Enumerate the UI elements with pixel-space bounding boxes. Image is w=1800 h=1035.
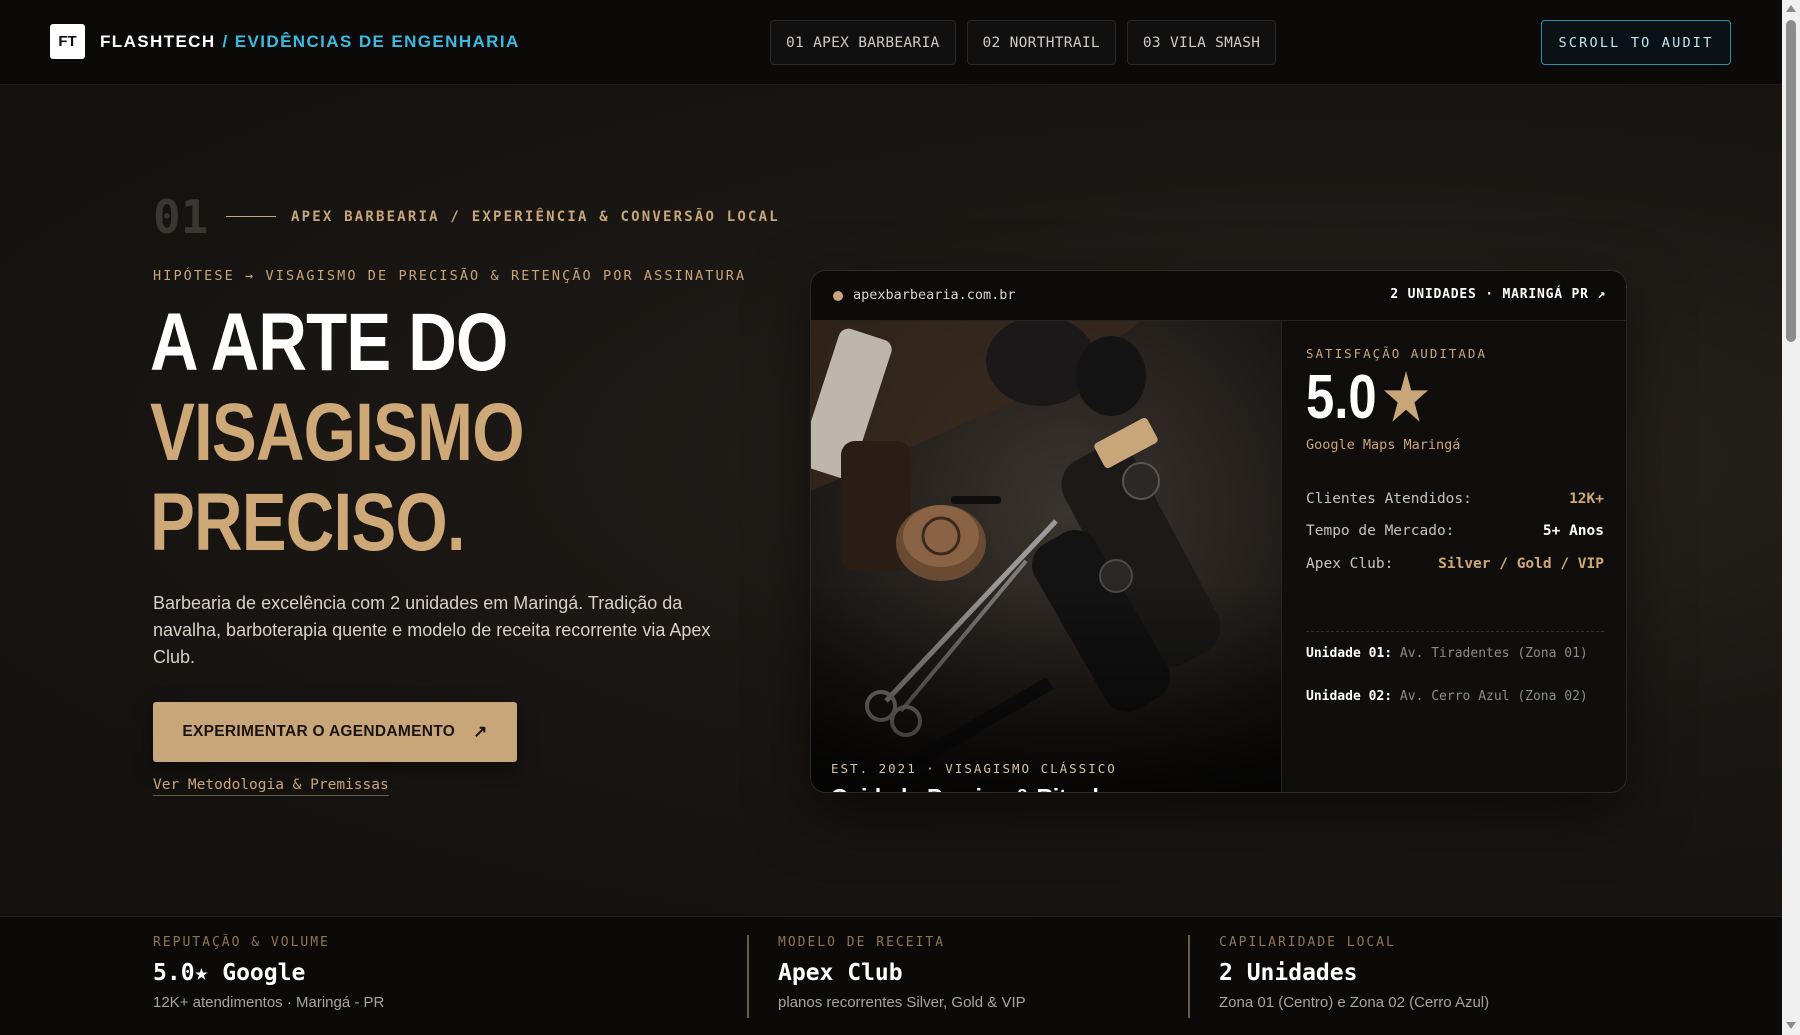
card-divider (1281, 321, 1282, 792)
proof-label: MODELO DE RECEITA (778, 935, 946, 950)
rating-value: 5.0 ★ (1306, 362, 1550, 433)
strip-divider (1188, 935, 1190, 1018)
headline-line-3: PRECISO. (150, 477, 466, 568)
hypothesis-label: HIPÓTESE → VISAGISMO DE PRECISÃO & RETEN… (153, 268, 747, 284)
page-scrollbar[interactable] (1782, 0, 1800, 1035)
photo-established: EST. 2021 · VISAGISMO CLÁSSICO (831, 761, 1117, 776)
section-label: APEX BARBEARIA / EXPERIÊNCIA & CONVERSÃO… (291, 209, 780, 225)
satisfaction-label: SATISFAÇÃO AUDITADA (1306, 346, 1487, 361)
scroll-to-audit-button[interactable]: SCROLL TO AUDIT (1541, 20, 1731, 65)
top-nav: FT FLASHTECH / EVIDÊNCIAS DE ENGENHARIA … (0, 0, 1782, 85)
barber-tools-illustration (811, 321, 1281, 792)
proof-reputation: REPUTAÇÃO & VOLUME 5.0★ Google 12K+ aten… (153, 935, 384, 1011)
site-domain[interactable]: apexbarbearia.com.br (853, 287, 1016, 303)
hero-lead: Barbearia de excelência com 2 unidades e… (153, 593, 711, 667)
proof-strip: REPUTAÇÃO & VOLUME 5.0★ Google 12K+ aten… (0, 916, 1782, 1035)
rating-number: 5.0 (1306, 362, 1377, 432)
proof-sub: planos recorrentes Silver, Gold & VIP (778, 994, 1026, 1011)
metric-row: Tempo de Mercado: 5+ Anos (1306, 523, 1604, 539)
stats-panel: SATISFAÇÃO AUDITADA 5.0 ★ Google Maps Ma… (1306, 346, 1604, 704)
proof-revenue-model: MODELO DE RECEITA Apex Club planos recor… (778, 935, 1026, 1011)
unit-address: Unidade 02: Av. Cerro Azul (Zona 02) (1306, 686, 1604, 707)
status-dot-icon (833, 291, 843, 301)
star-icon: ★ (1383, 363, 1429, 433)
units-badge-link[interactable]: 2 UNIDADES · MARINGÁ PR ↗ (1390, 287, 1606, 302)
booking-cta-button[interactable]: EXPERIMENTAR O AGENDAMENTO ↗ (153, 702, 517, 762)
brand-subtitle: / EVIDÊNCIAS DE ENGENHARIA (222, 31, 520, 51)
metric-key: Tempo de Mercado: (1306, 523, 1455, 539)
scroll-up-arrow-icon[interactable] (1786, 5, 1796, 12)
tab-northtrail[interactable]: 02 NORTHTRAIL (966, 20, 1116, 65)
brand-logo[interactable]: FT (50, 24, 85, 59)
section-number: 01 (153, 190, 209, 244)
proof-value: 5.0★ Google (153, 960, 306, 986)
metric-row: Apex Club: Silver / Gold / VIP (1306, 556, 1604, 572)
hero-headline: A ARTE DO VISAGISMO PRECISO. (150, 297, 525, 568)
unit-address-text: Av. Tiradentes (Zona 01) (1399, 646, 1588, 661)
unit-address-text: Av. Cerro Azul (Zona 02) (1399, 689, 1588, 704)
unit-address: Unidade 01: Av. Tiradentes (Zona 01) (1306, 643, 1604, 664)
proof-sub: Zona 01 (Centro) e Zona 02 (Cerro Azul) (1219, 994, 1490, 1011)
metric-key: Clientes Atendidos: (1306, 491, 1472, 507)
scrollbar-thumb[interactable] (1786, 20, 1796, 342)
rating-source: Google Maps Maringá (1306, 437, 1461, 453)
barber-tools-photo: EST. 2021 · VISAGISMO CLÁSSICO Cuidado P… (811, 321, 1281, 792)
metric-key: Apex Club: (1306, 556, 1394, 572)
stats-divider (1306, 631, 1604, 632)
section-divider (226, 216, 276, 217)
photo-title: Cuidado Preciso & Ritual (831, 784, 1117, 792)
card-header: apexbarbearia.com.br 2 UNIDADES · MARING… (811, 271, 1626, 321)
strip-divider (747, 935, 749, 1018)
brand-name: FLASHTECH (100, 31, 216, 51)
proof-sub: 12K+ atendimentos · Maringá - PR (153, 994, 385, 1011)
methodology-link[interactable]: Ver Metodologia & Premissas (153, 777, 389, 796)
proof-label: REPUTAÇÃO & VOLUME (153, 935, 330, 950)
proof-label: CAPILARIDADE LOCAL (1219, 935, 1396, 950)
business-card: apexbarbearia.com.br 2 UNIDADES · MARING… (810, 270, 1627, 793)
case-tabs: 01 APEX BARBEARIA 02 NORTHTRAIL 03 VILA … (770, 20, 1277, 65)
proof-local-reach: CAPILARIDADE LOCAL 2 Unidades Zona 01 (C… (1219, 935, 1489, 1011)
tab-vila-smash[interactable]: 03 VILA SMASH (1126, 20, 1277, 65)
unit-label: Unidade 02: (1306, 689, 1393, 704)
metric-row: Clientes Atendidos: 12K+ (1306, 491, 1604, 507)
metric-value: 5+ Anos (1542, 523, 1604, 539)
metric-value: Silver / Gold / VIP (1438, 556, 1604, 572)
proof-value: Apex Club (778, 960, 903, 986)
cta-label: EXPERIMENTAR O AGENDAMENTO (182, 723, 456, 740)
proof-value: 2 Unidades (1219, 960, 1358, 986)
headline-line-1: A ARTE DO (150, 297, 508, 388)
tab-apex-barbearia[interactable]: 01 APEX BARBEARIA (770, 20, 956, 65)
headline-line-2: VISAGISMO (150, 387, 525, 478)
photo-caption: EST. 2021 · VISAGISMO CLÁSSICO Cuidado P… (831, 761, 1117, 792)
arrow-up-right-icon: ↗ (473, 722, 488, 741)
scroll-down-arrow-icon[interactable] (1786, 1022, 1796, 1029)
metric-value: 12K+ (1569, 491, 1604, 507)
unit-label: Unidade 01: (1306, 646, 1393, 661)
brand[interactable]: FT FLASHTECH / EVIDÊNCIAS DE ENGENHARIA (50, 24, 520, 59)
